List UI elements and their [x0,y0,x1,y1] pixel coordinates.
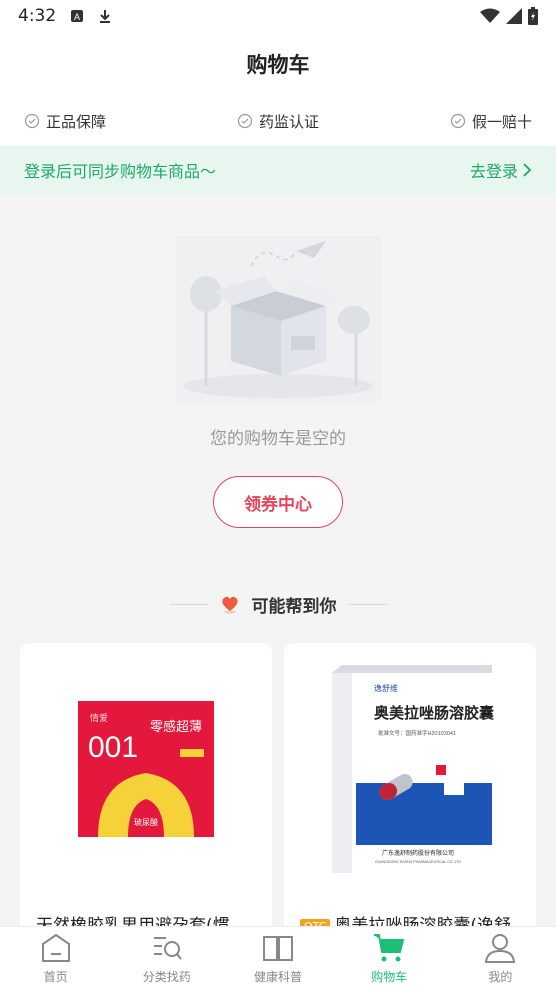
login-message: 登录后可同步购物车商品～ [24,162,217,181]
cart-icon [374,934,405,962]
download-icon [100,10,111,23]
product-brand: 情爱 [90,712,108,723]
condom-product-image: 情爱 001 零感超薄 玻尿酸 [78,701,214,837]
wifi-icon [480,8,500,23]
tab-profile[interactable]: 我的 [445,927,556,990]
divider [348,603,387,605]
svg-text:A: A [74,12,80,22]
home-icon [41,934,70,962]
guarantee-strip: 正品保障 药监认证 假一赔十 [0,96,556,146]
tab-label: 健康科普 [254,970,303,984]
product-card[interactable]: 情爱 001 零感超薄 玻尿酸 天然橡胶乳男用避孕套(惯 [20,643,272,943]
product-approval: 批准文号：国药准字H20103041 [378,729,456,737]
recommend-title: 可能帮到你 [251,596,337,617]
status-time: 4:32 [18,6,57,26]
tab-cart[interactable]: 购物车 [334,927,445,990]
recommend-heading: 可能帮到你 [0,590,556,618]
product-headline: 奥美拉唑肠溶胶囊 [374,704,494,722]
divider [169,603,208,605]
product-headline: 零感超薄 [150,719,202,734]
guarantee-label: 药监认证 [258,112,319,131]
category-search-icon [153,937,182,960]
bottom-tab-bar: 首页 分类找药 健康科普 购物车 我的 [0,926,556,990]
tab-label: 首页 [43,970,68,984]
book-icon [263,936,293,961]
page-title: 购物车 [246,53,310,77]
coupon-center-button[interactable]: 领券中心 [213,476,343,528]
tab-label: 购物车 [371,970,408,984]
guarantee-genuine: 正品保障 [24,111,106,132]
user-icon [485,934,516,963]
page-header: 购物车 [0,32,556,96]
check-circle-icon [450,113,466,129]
empty-cart-text: 您的购物车是空的 [210,429,346,449]
notification-a-icon: A [71,10,84,22]
tab-label: 分类找药 [142,970,191,984]
go-login-label: 去登录 [469,162,518,181]
product-badge: 玻尿酸 [134,817,158,827]
check-circle-icon [237,113,253,129]
status-bar: 4:32 A [0,0,556,32]
product-card[interactable]: 逸舒维 奥美拉唑肠溶胶囊 批准文号：国药准字H20103041 广东逸舒制药股份… [284,643,536,943]
battery-icon [528,7,538,25]
tab-label: 我的 [488,970,513,984]
product-brand: 逸舒维 [374,683,398,693]
check-circle-icon [24,113,40,129]
guarantee-label: 正品保障 [46,112,107,131]
chevron-right-icon [523,163,532,177]
empty-cart-illustration [176,236,381,402]
product-company-en: GUANGDONG EASHU PHARMACEUTICAL CO.,LTD [375,860,462,864]
guarantee-certified: 药监认证 [237,111,319,132]
product-big-number: 001 [88,731,138,764]
tab-health[interactable]: 健康科普 [222,927,333,990]
omeprazole-product-image: 逸舒维 奥美拉唑肠溶胶囊 批准文号：国药准字H20103041 广东逸舒制药股份… [332,665,494,873]
tab-category[interactable]: 分类找药 [111,927,222,990]
login-banner: 登录后可同步购物车商品～ 去登录 [0,146,556,194]
go-login-button[interactable]: 去登录 [470,158,532,182]
heart-icon [221,596,238,614]
tab-home[interactable]: 首页 [0,927,111,990]
signal-icon [506,8,522,24]
product-company: 广东逸舒制药股份有限公司 [382,849,454,857]
guarantee-compensation: 假一赔十 [450,111,532,132]
guarantee-label: 假一赔十 [471,112,532,131]
